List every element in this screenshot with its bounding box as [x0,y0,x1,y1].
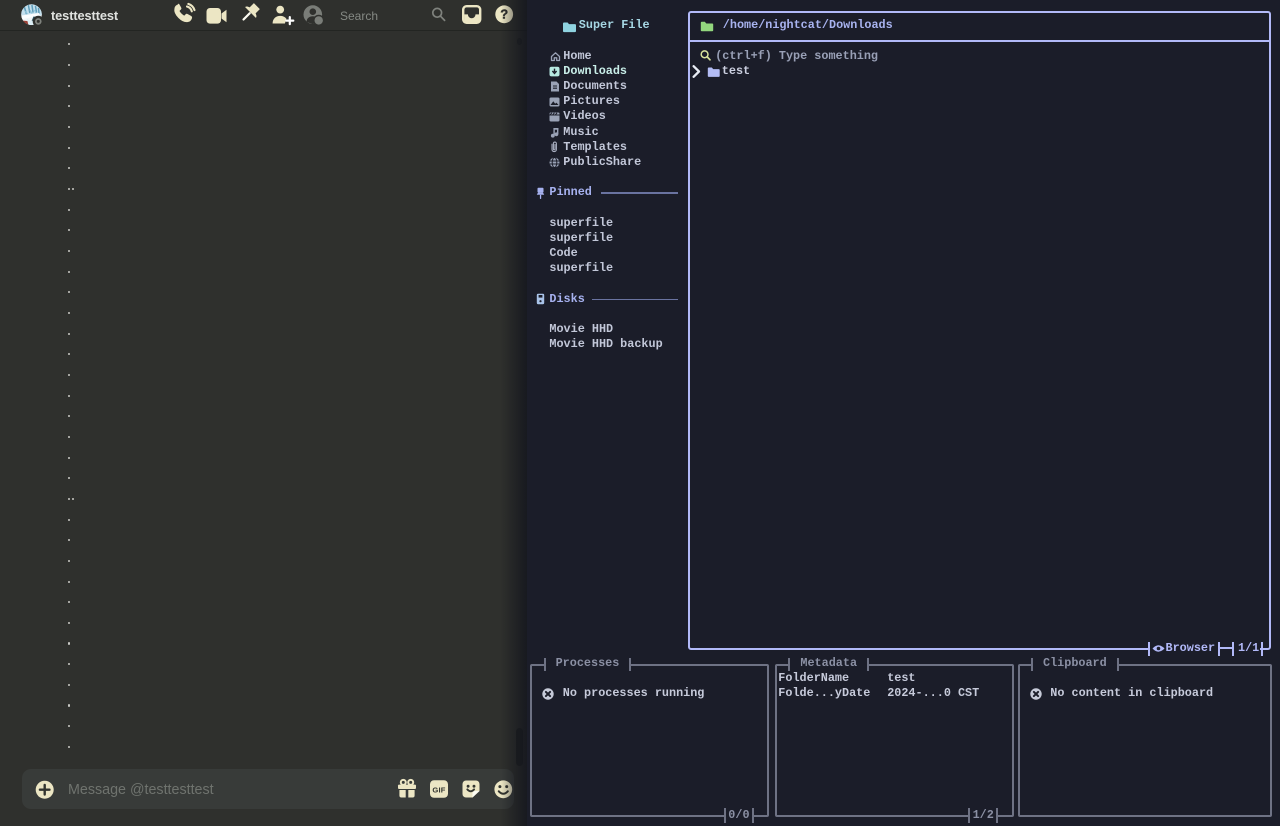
svg-text:GIF: GIF [432,785,445,794]
